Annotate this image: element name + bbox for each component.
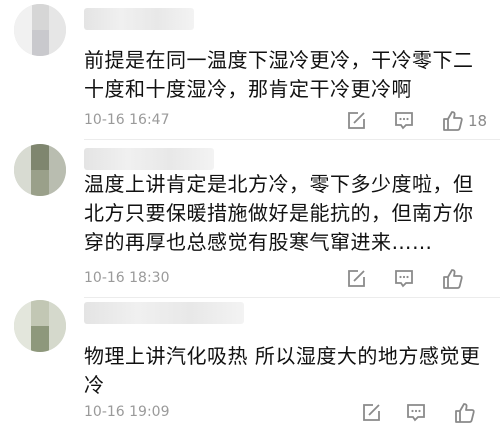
comment-item: 前提是在同一温度下湿冷更冷，干冷零下二十度和十度湿冷，那肯定干冷更冷啊 10-1… [0, 0, 500, 140]
comment-time: 10-16 19:09 [84, 404, 170, 420]
comment-text: 温度上讲肯定是北方冷，零下多少度啦，但北方只要保暖措施做好是能抗的，但南方你穿的… [84, 172, 474, 254]
comment-time: 10-16 16:47 [84, 112, 170, 128]
avatar[interactable] [14, 300, 66, 352]
username[interactable] [84, 302, 244, 324]
like-count: 18 [468, 112, 488, 130]
comment-text: 物理上讲汽化吸热 所以湿度大的地方感觉更冷 [84, 344, 481, 397]
speech-bubble-icon[interactable] [403, 400, 429, 426]
comment-item: 温度上讲肯定是北方冷，零下多少度啦，但北方只要保暖措施做好是能抗的，但南方你穿的… [0, 140, 500, 298]
thumbs-up-icon[interactable] [440, 108, 466, 134]
thumbs-up-icon[interactable] [440, 266, 466, 292]
comment-time: 10-16 18:30 [84, 270, 170, 286]
comment-item: 物理上讲汽化吸热 所以湿度大的地方感觉更冷 10-16 19:09 [0, 298, 500, 428]
speech-bubble-icon[interactable] [391, 266, 417, 292]
thumbs-up-icon[interactable] [452, 400, 478, 426]
username[interactable] [84, 148, 214, 170]
edit-square-icon[interactable] [343, 108, 369, 134]
avatar[interactable] [14, 144, 66, 196]
speech-bubble-icon[interactable] [391, 108, 417, 134]
avatar[interactable] [14, 4, 66, 56]
comment-text: 前提是在同一温度下湿冷更冷，干冷零下二十度和十度湿冷，那肯定干冷更冷啊 [84, 48, 474, 101]
username[interactable] [84, 8, 194, 30]
edit-square-icon[interactable] [358, 400, 384, 426]
edit-square-icon[interactable] [343, 266, 369, 292]
